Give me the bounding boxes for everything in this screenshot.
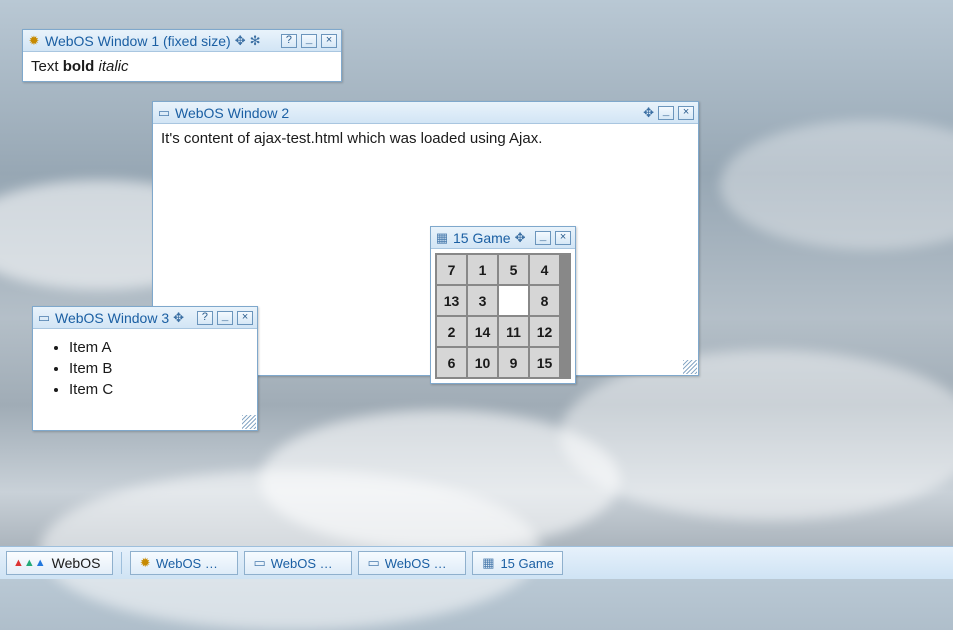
gear-icon: ✹ [139,556,151,570]
start-label: WebOS [52,555,101,571]
game-tile[interactable]: 11 [498,316,529,347]
close-button[interactable]: × [321,34,337,48]
game-grid: 715413382141112610915 [435,253,571,379]
window-1-title: WebOS Window 1 (fixed size) [45,33,231,49]
game-tile[interactable]: 1 [467,254,498,285]
game-tile[interactable]: 12 [529,316,560,347]
minimize-button[interactable]: _ [535,231,551,245]
taskbar-item[interactable]: ▦ 15 Game [472,551,562,575]
game-tile[interactable]: 8 [529,285,560,316]
game-tile[interactable]: 9 [498,347,529,378]
settings-icon[interactable]: ✻ [250,34,261,47]
window-2-content: It's content of ajax-test.html which was… [153,124,698,153]
window-game-titlebar[interactable]: ▦ 15 Game ✥ _ × [431,227,575,249]
window-3: ▭ WebOS Window 3 ✥ ? _ × Item AItem BIte… [32,306,258,431]
window-1-content: Text bold italic [23,52,341,81]
game-tile[interactable]: 13 [436,285,467,316]
taskbar-item-label: WebOS Wind... [156,556,229,571]
window-2-titlebar[interactable]: ▭ WebOS Window 2 ✥ _ × [153,102,698,124]
taskbar-item-label: WebOS Wind... [385,556,458,571]
game-tile[interactable]: 5 [498,254,529,285]
window-1: ✹ WebOS Window 1 (fixed size) ✥ ✻ ? _ × … [22,29,342,82]
start-button[interactable]: ▲▲▲ WebOS [6,551,113,575]
window-3-content: Item A Item B Item C [33,329,257,408]
taskbar-item[interactable]: ✹ WebOS Wind... [130,551,238,575]
move-icon[interactable]: ✥ [643,106,654,119]
webos-logo-icon: ▲▲▲ [13,558,46,569]
close-button[interactable]: × [678,106,694,120]
taskbar-item-label: WebOS Wind... [271,556,344,571]
text-plain: Text [31,58,63,75]
app-icon: ▭ [37,311,51,325]
resize-handle[interactable] [683,360,697,374]
taskbar-item-label: 15 Game [500,556,553,571]
close-button[interactable]: × [555,231,571,245]
app-icon: ▭ [253,556,265,570]
window-2-title: WebOS Window 2 [175,105,289,121]
minimize-button[interactable]: _ [217,311,233,325]
game-tile[interactable]: 6 [436,347,467,378]
app-icon: ▭ [157,106,171,120]
taskbar: ▲▲▲ WebOS ✹ WebOS Wind... ▭ WebOS Wind... ▭ W… [0,546,953,579]
move-icon[interactable]: ✥ [173,311,184,324]
move-icon[interactable]: ✥ [515,231,526,244]
taskbar-separator [121,552,122,574]
move-icon[interactable]: ✥ [235,34,246,47]
game-tile[interactable]: 4 [529,254,560,285]
game-tile-empty [498,285,529,316]
game-tile[interactable]: 14 [467,316,498,347]
text-bold: bold [63,58,95,75]
window-game-title: 15 Game [453,230,511,246]
game-tile[interactable]: 15 [529,347,560,378]
taskbar-item[interactable]: ▭ WebOS Wind... [358,551,466,575]
task-items: ✹ WebOS Wind... ▭ WebOS Wind... ▭ WebOS Wind.… [130,551,562,575]
close-button[interactable]: × [237,311,253,325]
window-game: ▦ 15 Game ✥ _ × 715413382141112610915 [430,226,576,384]
list-item: Item C [69,381,249,398]
grid-icon: ▦ [481,556,495,570]
window-1-titlebar[interactable]: ✹ WebOS Window 1 (fixed size) ✥ ✻ ? _ × [23,30,341,52]
item-list: Item A Item B Item C [41,339,249,398]
minimize-button[interactable]: _ [301,34,317,48]
minimize-button[interactable]: _ [658,106,674,120]
list-item: Item A [69,339,249,356]
game-tile[interactable]: 3 [467,285,498,316]
game-tile[interactable]: 7 [436,254,467,285]
grid-icon: ▦ [435,231,449,245]
help-button[interactable]: ? [197,311,213,325]
app-icon: ▭ [367,556,379,570]
resize-handle[interactable] [242,415,256,429]
game-tile[interactable]: 2 [436,316,467,347]
game-tile[interactable]: 10 [467,347,498,378]
taskbar-item[interactable]: ▭ WebOS Wind... [244,551,352,575]
help-button[interactable]: ? [281,34,297,48]
list-item: Item B [69,360,249,377]
text-italic: italic [94,58,128,75]
window-3-titlebar[interactable]: ▭ WebOS Window 3 ✥ ? _ × [33,307,257,329]
window-3-title: WebOS Window 3 [55,310,169,326]
gear-icon: ✹ [27,34,41,48]
